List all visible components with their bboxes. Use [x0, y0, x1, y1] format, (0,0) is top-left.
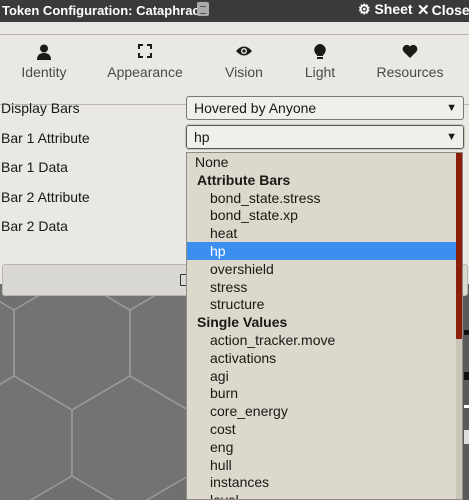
close-button[interactable]: ✕ Close: [417, 1, 469, 19]
dropdown-option[interactable]: cost: [187, 420, 458, 438]
close-button-label: Close: [431, 2, 469, 18]
tab-light[interactable]: Light: [302, 44, 338, 80]
dropdown-option[interactable]: level: [187, 491, 458, 499]
chevron-down-icon: ▼: [446, 102, 457, 114]
tab-vision[interactable]: Vision: [222, 44, 266, 80]
scrollbar-thumb[interactable]: [456, 153, 462, 339]
tab-bar: Identity Appearance Vision Light Resourc…: [0, 44, 469, 105]
display-bars-select[interactable]: Hovered by Anyone ▼: [186, 96, 464, 120]
close-icon: ✕: [417, 2, 430, 19]
expand-icon: [103, 44, 187, 62]
dropdown-option[interactable]: stress: [187, 278, 458, 296]
chevron-down-icon: ▼: [446, 131, 457, 143]
sheet-button[interactable]: ⚙ Sheet: [358, 1, 413, 18]
bar1-attribute-dropdown-list[interactable]: None Attribute Bars bond_state.stress bond_…: [186, 152, 463, 500]
gear-icon: ⚙: [358, 1, 371, 17]
dropdown-option[interactable]: instances: [187, 473, 458, 491]
sheet-button-label: Sheet: [374, 1, 413, 17]
dropdown-scrollbar[interactable]: [456, 153, 462, 499]
dropdown-group-label: Single Values: [197, 314, 288, 330]
bar1-attribute-label: Bar 1 Attribute: [1, 130, 90, 146]
divider: [0, 34, 469, 35]
heart-icon: [374, 44, 446, 62]
display-bars-value: Hovered by Anyone: [194, 100, 317, 116]
lightbulb-icon: [302, 44, 338, 62]
dropdown-option[interactable]: bond_state.stress: [187, 189, 458, 207]
dropdown-option[interactable]: heat: [187, 224, 458, 242]
tab-identity[interactable]: Identity: [18, 44, 70, 80]
notes-icon[interactable]: [197, 2, 209, 16]
dropdown-option[interactable]: activations: [187, 349, 458, 367]
bar1-data-label: Bar 1 Data: [1, 159, 68, 175]
dropdown-option[interactable]: eng: [187, 438, 458, 456]
dropdown-option[interactable]: hull: [187, 456, 458, 474]
dropdown-group-label: Attribute Bars: [197, 172, 291, 188]
dropdown-option-none[interactable]: None: [187, 153, 458, 171]
tab-label: Light: [304, 64, 336, 80]
tab-label: Vision: [225, 64, 263, 80]
user-icon: [18, 44, 70, 62]
bar2-data-label: Bar 2 Data: [1, 218, 68, 234]
dropdown-option[interactable]: action_tracker.move: [187, 331, 458, 349]
tab-appearance[interactable]: Appearance: [103, 44, 187, 80]
display-bars-label: Display Bars: [1, 100, 80, 116]
eye-icon: [222, 44, 266, 62]
bar2-attribute-label: Bar 2 Attribute: [1, 189, 90, 205]
tab-label: Resources: [376, 64, 444, 80]
tab-label: Appearance: [107, 64, 183, 80]
dropdown-option[interactable]: structure: [187, 295, 458, 313]
tab-label: Identity: [21, 64, 67, 80]
dropdown-option[interactable]: agi: [187, 367, 458, 385]
bar1-attribute-value: hp: [194, 129, 210, 145]
bar1-attribute-select[interactable]: hp ▼: [185, 124, 465, 150]
window-titlebar[interactable]: Token Configuration: Cataphract ⚙ Sheet …: [0, 0, 469, 22]
dropdown-option[interactable]: burn: [187, 384, 458, 402]
dropdown-option[interactable]: hp: [187, 242, 458, 260]
window-title: Token Configuration: Cataphract: [2, 3, 204, 18]
tab-resources[interactable]: Resources: [374, 44, 446, 80]
dropdown-option[interactable]: core_energy: [187, 402, 458, 420]
dropdown-option[interactable]: overshield: [187, 260, 458, 278]
dropdown-option[interactable]: bond_state.xp: [187, 206, 458, 224]
